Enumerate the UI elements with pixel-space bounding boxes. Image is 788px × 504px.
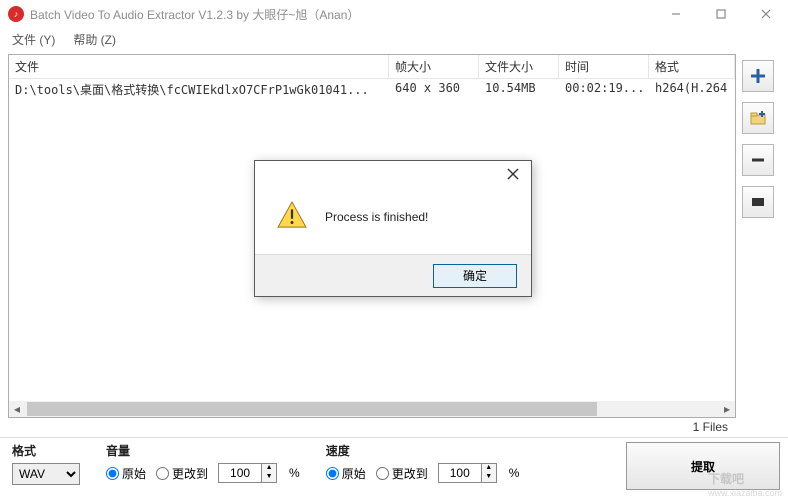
speed-group: 速度 原始 更改到 ▲▼ % [326, 442, 520, 483]
status-bar: 1 Files [0, 418, 788, 437]
volume-pct: % [289, 466, 300, 480]
add-folder-button[interactable] [742, 102, 774, 134]
cell-file-size: 10.54MB [479, 79, 559, 97]
col-file-size[interactable]: 文件大小 [479, 55, 559, 78]
clear-icon [749, 193, 767, 211]
extract-button[interactable]: 提取 [626, 442, 780, 490]
close-button[interactable] [743, 0, 788, 28]
scroll-left-icon[interactable]: ◂ [9, 401, 25, 417]
folder-plus-icon [749, 109, 767, 127]
table-row[interactable]: D:\tools\桌面\格式转换\fcCWIEkdlxO7CFrP1wGk010… [9, 79, 735, 97]
horizontal-scrollbar[interactable]: ◂ ▸ [9, 401, 735, 417]
dialog-close-button[interactable] [499, 164, 527, 184]
app-icon: ♪ [8, 6, 24, 22]
volume-value[interactable] [218, 463, 262, 483]
format-label: 格式 [12, 442, 80, 459]
spin-up-icon[interactable]: ▲ [482, 464, 496, 473]
clear-button[interactable] [742, 186, 774, 218]
spin-down-icon[interactable]: ▼ [482, 473, 496, 482]
dialog-titlebar[interactable] [255, 161, 531, 187]
warning-icon [277, 201, 307, 232]
scroll-right-icon[interactable]: ▸ [719, 401, 735, 417]
col-file[interactable]: 文件 [9, 55, 389, 78]
speed-value[interactable] [438, 463, 482, 483]
format-group: 格式 WAV [12, 442, 80, 485]
table-header: 文件 帧大小 文件大小 时间 格式 [9, 55, 735, 79]
cell-format: h264(H.264 / A [649, 79, 735, 97]
col-frame-size[interactable]: 帧大小 [389, 55, 479, 78]
col-format[interactable]: 格式 [649, 55, 735, 78]
volume-group: 音量 原始 更改到 ▲▼ % [106, 442, 300, 483]
speed-original-radio[interactable]: 原始 [326, 465, 366, 482]
minimize-button[interactable] [653, 0, 698, 28]
volume-original-radio[interactable]: 原始 [106, 465, 146, 482]
files-count: 1 Files [693, 420, 728, 434]
cell-frame-size: 640 x 360 [389, 79, 479, 97]
col-time[interactable]: 时间 [559, 55, 649, 78]
maximize-button[interactable] [698, 0, 743, 28]
scroll-thumb[interactable] [27, 402, 597, 416]
cell-file: D:\tools\桌面\格式转换\fcCWIEkdlxO7CFrP1wGk010… [9, 79, 389, 97]
spin-down-icon[interactable]: ▼ [262, 473, 276, 482]
volume-spinner[interactable]: ▲▼ [218, 463, 277, 483]
add-file-button[interactable] [742, 60, 774, 92]
volume-change-radio[interactable]: 更改到 [156, 465, 208, 482]
plus-icon [749, 67, 767, 85]
window-title: Batch Video To Audio Extractor V1.2.3 by… [30, 6, 653, 23]
close-icon [507, 168, 519, 180]
side-buttons [736, 54, 780, 418]
remove-button[interactable] [742, 144, 774, 176]
speed-pct: % [509, 466, 520, 480]
speed-spinner[interactable]: ▲▼ [438, 463, 497, 483]
dialog-ok-button[interactable]: 确定 [433, 264, 517, 288]
volume-label: 音量 [106, 442, 300, 459]
spin-up-icon[interactable]: ▲ [262, 464, 276, 473]
speed-label: 速度 [326, 442, 520, 459]
menu-file[interactable]: 文件 (Y) [12, 31, 55, 48]
dialog: Process is finished! 确定 [254, 160, 532, 297]
bottom-panel: 格式 WAV 音量 原始 更改到 ▲▼ % 速度 原始 更改到 ▲▼ [0, 437, 788, 501]
menu-help[interactable]: 帮助 (Z) [73, 31, 116, 48]
format-select[interactable]: WAV [12, 463, 80, 485]
menubar: 文件 (Y) 帮助 (Z) [0, 28, 788, 50]
speed-change-radio[interactable]: 更改到 [376, 465, 428, 482]
minus-icon [749, 151, 767, 169]
dialog-message: Process is finished! [325, 210, 428, 224]
cell-time: 00:02:19... [559, 79, 649, 97]
titlebar: ♪ Batch Video To Audio Extractor V1.2.3 … [0, 0, 788, 28]
